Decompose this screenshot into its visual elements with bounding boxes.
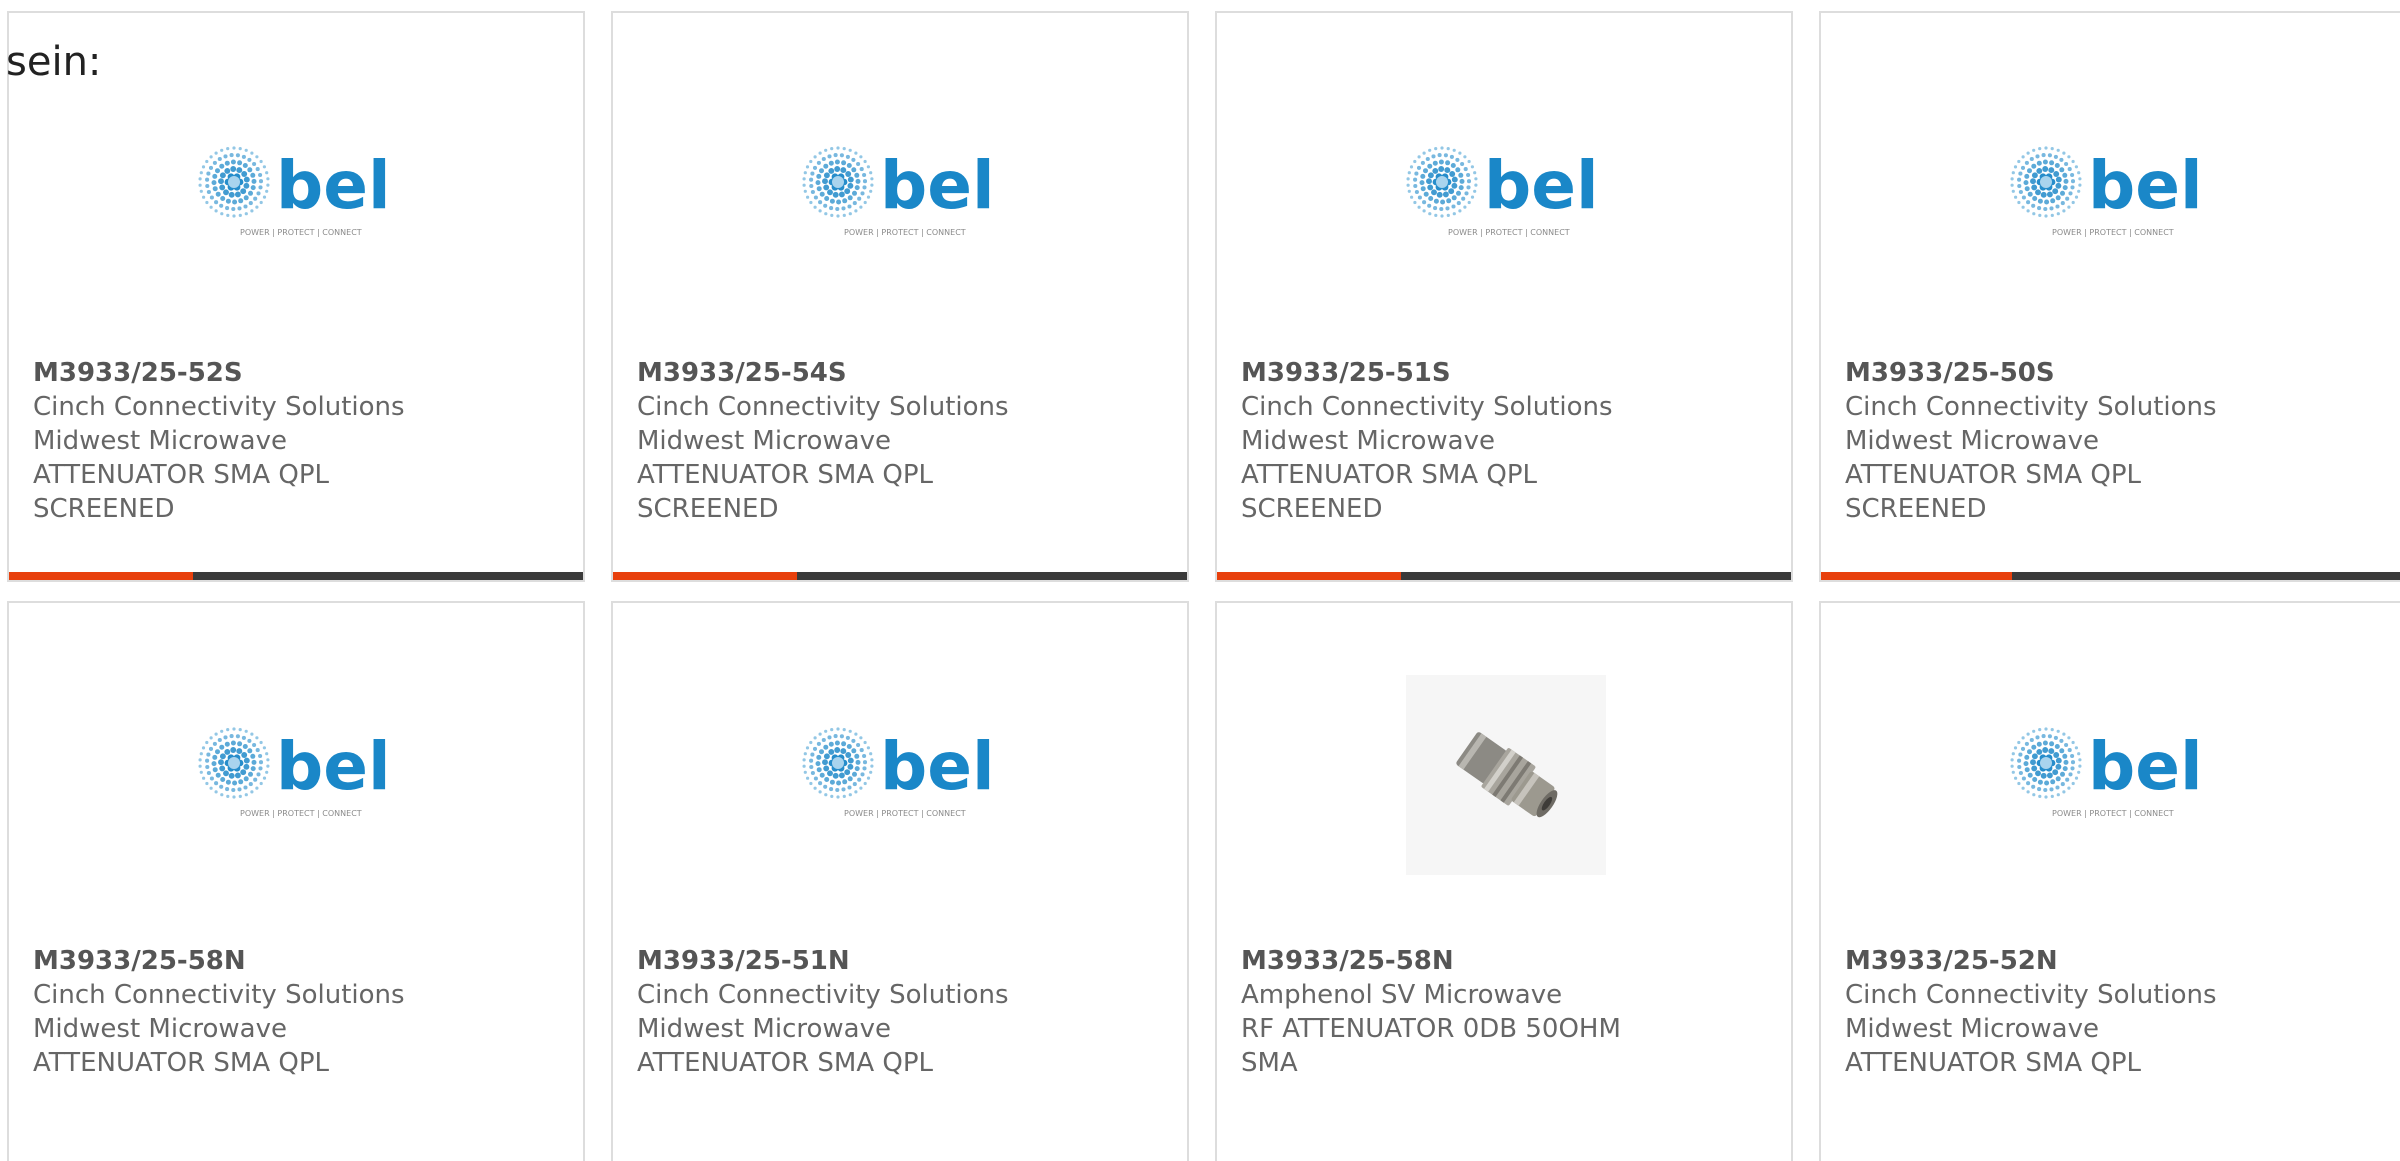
logo-tagline: POWER | PROTECT | CONNECT bbox=[240, 809, 362, 818]
manufacturer-sub: Midwest Microwave bbox=[33, 1014, 287, 1044]
card-progress-bar bbox=[1217, 572, 1791, 580]
manufacturer: Cinch Connectivity Solutions bbox=[1845, 980, 2217, 1010]
description: ATTENUATOR SMA QPL bbox=[637, 460, 934, 490]
sma-attenuator-photo bbox=[1406, 675, 1606, 875]
logo-tagline: POWER | PROTECT | CONNECT bbox=[844, 228, 966, 237]
product-card[interactable]: bel POWER | PROTECT | CONNECT M3933/25-5… bbox=[1819, 601, 2400, 1161]
product-info: M3933/25-50S Cinch Connectivity Solution… bbox=[1845, 356, 2217, 526]
bel-logo-icon: bel POWER | PROTECT | CONNECT bbox=[2010, 146, 2203, 237]
product-image-area[interactable]: bel POWER | PROTECT | CONNECT bbox=[1217, 13, 1791, 343]
product-image-area[interactable]: bel POWER | PROTECT | CONNECT bbox=[1821, 13, 2399, 343]
description: ATTENUATOR SMA QPL bbox=[33, 460, 330, 490]
product-grid-page: sein: bel POWER | PROTECT | CONNECT M393… bbox=[0, 0, 2400, 1161]
manufacturer: Amphenol SV Microwave bbox=[1241, 980, 1563, 1010]
logo-tagline: POWER | PROTECT | CONNECT bbox=[240, 228, 362, 237]
product-card[interactable]: bel POWER | PROTECT | CONNECT M3933/25-5… bbox=[7, 11, 585, 582]
logo-tagline: POWER | PROTECT | CONNECT bbox=[844, 809, 966, 818]
product-image-area[interactable]: bel POWER | PROTECT | CONNECT bbox=[613, 13, 1187, 343]
bel-logo-icon: bel POWER | PROTECT | CONNECT bbox=[1406, 146, 1599, 237]
bel-logo-icon: bel POWER | PROTECT | CONNECT bbox=[198, 146, 391, 237]
description-cont: SCREENED bbox=[637, 494, 779, 524]
product-info: M3933/25-58N Amphenol SV Microwave RF AT… bbox=[1241, 944, 1621, 1080]
manufacturer-sub: Midwest Microwave bbox=[1845, 1014, 2099, 1044]
description-cont: SMA bbox=[1241, 1048, 1298, 1078]
logo-text: bel bbox=[276, 728, 391, 805]
part-number-link[interactable]: M3933/25-54S bbox=[637, 356, 1009, 390]
manufacturer-sub: Midwest Microwave bbox=[637, 1014, 891, 1044]
description: RF ATTENUATOR 0DB 50OHM bbox=[1241, 1014, 1621, 1044]
logo-text: bel bbox=[2088, 147, 2203, 224]
manufacturer-sub: Midwest Microwave bbox=[1845, 426, 2099, 456]
bel-logo-icon: bel POWER | PROTECT | CONNECT bbox=[802, 146, 995, 237]
logo-text: bel bbox=[2088, 728, 2203, 805]
logo-text: bel bbox=[880, 147, 995, 224]
bel-logo-icon: bel POWER | PROTECT | CONNECT bbox=[802, 727, 995, 818]
product-image-area[interactable] bbox=[1217, 603, 1791, 933]
product-info: M3933/25-54S Cinch Connectivity Solution… bbox=[637, 356, 1009, 526]
bel-logo-icon: bel POWER | PROTECT | CONNECT bbox=[198, 727, 391, 818]
product-card[interactable]: bel POWER | PROTECT | CONNECT M3933/25-5… bbox=[611, 601, 1189, 1161]
section-heading: sein: bbox=[6, 39, 102, 85]
manufacturer: Cinch Connectivity Solutions bbox=[33, 980, 405, 1010]
logo-tagline: POWER | PROTECT | CONNECT bbox=[1448, 228, 1570, 237]
manufacturer: Cinch Connectivity Solutions bbox=[33, 392, 405, 422]
product-card[interactable]: bel POWER | PROTECT | CONNECT M3933/25-5… bbox=[1215, 11, 1793, 582]
product-info: M3933/25-51S Cinch Connectivity Solution… bbox=[1241, 356, 1613, 526]
logo-tagline: POWER | PROTECT | CONNECT bbox=[2052, 228, 2174, 237]
manufacturer-sub: Midwest Microwave bbox=[1241, 426, 1495, 456]
card-progress-bar bbox=[613, 572, 1187, 580]
logo-text: bel bbox=[880, 728, 995, 805]
part-number-link[interactable]: M3933/25-50S bbox=[1845, 356, 2217, 390]
part-number-link[interactable]: M3933/25-52N bbox=[1845, 944, 2217, 978]
description-cont: SCREENED bbox=[1241, 494, 1383, 524]
product-info: M3933/25-51N Cinch Connectivity Solution… bbox=[637, 944, 1009, 1080]
product-image-area[interactable]: bel POWER | PROTECT | CONNECT bbox=[1821, 603, 2399, 933]
manufacturer: Cinch Connectivity Solutions bbox=[637, 980, 1009, 1010]
manufacturer-sub: Midwest Microwave bbox=[637, 426, 891, 456]
description-cont: SCREENED bbox=[1845, 494, 1987, 524]
product-card[interactable]: bel POWER | PROTECT | CONNECT M3933/25-5… bbox=[1819, 11, 2400, 582]
part-number-link[interactable]: M3933/25-51S bbox=[1241, 356, 1613, 390]
card-progress-bar bbox=[9, 572, 583, 580]
logo-text: bel bbox=[1484, 147, 1599, 224]
description-cont: SCREENED bbox=[33, 494, 175, 524]
manufacturer: Cinch Connectivity Solutions bbox=[1241, 392, 1613, 422]
description: ATTENUATOR SMA QPL bbox=[637, 1048, 934, 1078]
product-info: M3933/25-58N Cinch Connectivity Solution… bbox=[33, 944, 405, 1080]
manufacturer-sub: Midwest Microwave bbox=[33, 426, 287, 456]
bel-logo-icon: bel POWER | PROTECT | CONNECT bbox=[2010, 727, 2203, 818]
logo-tagline: POWER | PROTECT | CONNECT bbox=[2052, 809, 2174, 818]
part-number-link[interactable]: M3933/25-58N bbox=[1241, 944, 1621, 978]
product-info: M3933/25-52S Cinch Connectivity Solution… bbox=[33, 356, 405, 526]
manufacturer: Cinch Connectivity Solutions bbox=[637, 392, 1009, 422]
description: ATTENUATOR SMA QPL bbox=[1845, 460, 2142, 490]
progress-fill bbox=[9, 572, 193, 580]
manufacturer: Cinch Connectivity Solutions bbox=[1845, 392, 2217, 422]
logo-text: bel bbox=[276, 147, 391, 224]
part-number-link[interactable]: M3933/25-52S bbox=[33, 356, 405, 390]
progress-fill bbox=[613, 572, 797, 580]
product-card[interactable]: bel POWER | PROTECT | CONNECT M3933/25-5… bbox=[611, 11, 1189, 582]
description: ATTENUATOR SMA QPL bbox=[1241, 460, 1538, 490]
part-number-link[interactable]: M3933/25-58N bbox=[33, 944, 405, 978]
product-info: M3933/25-52N Cinch Connectivity Solution… bbox=[1845, 944, 2217, 1080]
product-image-area[interactable]: bel POWER | PROTECT | CONNECT bbox=[9, 603, 583, 933]
part-number-link[interactable]: M3933/25-51N bbox=[637, 944, 1009, 978]
progress-fill bbox=[1821, 572, 2012, 580]
description: ATTENUATOR SMA QPL bbox=[33, 1048, 330, 1078]
progress-fill bbox=[1217, 572, 1401, 580]
product-card[interactable]: bel POWER | PROTECT | CONNECT M3933/25-5… bbox=[7, 601, 585, 1161]
product-card[interactable]: M3933/25-58N Amphenol SV Microwave RF AT… bbox=[1215, 601, 1793, 1161]
product-image-area[interactable]: bel POWER | PROTECT | CONNECT bbox=[613, 603, 1187, 933]
card-progress-bar bbox=[1821, 572, 2400, 580]
description: ATTENUATOR SMA QPL bbox=[1845, 1048, 2142, 1078]
